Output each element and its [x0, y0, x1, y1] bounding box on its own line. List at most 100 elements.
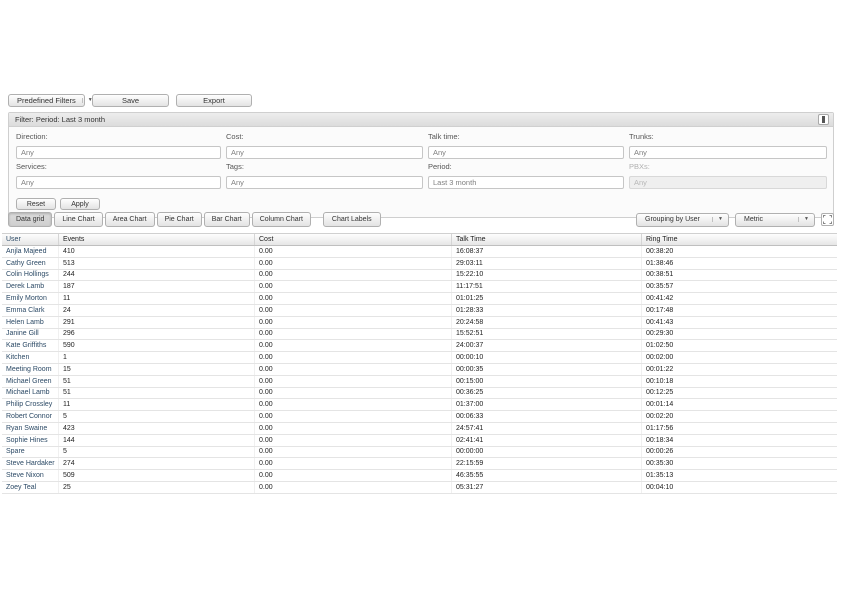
cell-events: 15	[59, 364, 255, 375]
cell-cost: 0.00	[255, 470, 452, 481]
table-row[interactable]: Meeting Room 15 0.00 00:00:35 00:01:22	[2, 364, 837, 376]
filter-field-input[interactable]	[16, 176, 221, 189]
cell-events: 11	[59, 293, 255, 304]
filter-field: Cost:	[226, 132, 423, 160]
cell-user: Anjla Majeed	[2, 246, 59, 257]
cell-events: 410	[59, 246, 255, 257]
filter-field-input[interactable]	[629, 146, 827, 159]
view-tab[interactable]: Line Chart	[54, 212, 102, 227]
cell-events: 24	[59, 305, 255, 316]
table-row[interactable]: Kate Griffiths 590 0.00 24:00:37 01:02:5…	[2, 340, 837, 352]
filter-panel-header[interactable]: Filter: Period: Last 3 month	[9, 113, 833, 127]
view-tab[interactable]: Area Chart	[105, 212, 155, 227]
table-row[interactable]: Steve Nixon 509 0.00 46:35:55 01:35:13	[2, 470, 837, 482]
filter-field-input[interactable]	[226, 146, 423, 159]
cell-cost: 0.00	[255, 447, 452, 458]
view-tab[interactable]: Pie Chart	[157, 212, 202, 227]
cell-user: Steve Nixon	[2, 470, 59, 481]
metric-dropdown[interactable]: Metric ▼	[735, 213, 815, 227]
cell-user: Zoey Teal	[2, 482, 59, 493]
table-row[interactable]: Janine Gill 296 0.00 15:52:51 00:29:30	[2, 329, 837, 341]
cell-cost: 0.00	[255, 388, 452, 399]
cell-talk-time: 46:35:55	[452, 470, 642, 481]
cell-ring-time: 01:02:50	[642, 340, 837, 351]
table-row[interactable]: Sophie Hines 144 0.00 02:41:41 00:18:34	[2, 435, 837, 447]
column-header-ring-time[interactable]: Ring Time	[642, 234, 837, 245]
cell-talk-time: 20:24:58	[452, 317, 642, 328]
filter-field: Direction:	[16, 132, 221, 160]
table-row[interactable]: Kitchen 1 0.00 00:00:10 00:02:00	[2, 352, 837, 364]
cell-cost: 0.00	[255, 352, 452, 363]
predefined-filters-dropdown[interactable]: Predefined Filters ▼	[8, 94, 85, 107]
cell-ring-time: 00:41:43	[642, 317, 837, 328]
cell-talk-time: 29:03:11	[452, 258, 642, 269]
table-row[interactable]: Emily Morton 11 0.00 01:01:25 00:41:42	[2, 293, 837, 305]
table-row[interactable]: Helen Lamb 291 0.00 20:24:58 00:41:43	[2, 317, 837, 329]
cell-events: 187	[59, 281, 255, 292]
table-row[interactable]: Derek Lamb 187 0.00 11:17:51 00:35:57	[2, 281, 837, 293]
cell-events: 144	[59, 435, 255, 446]
cell-talk-time: 00:36:25	[452, 388, 642, 399]
table-row[interactable]: Spare 5 0.00 00:00:00 00:00:26	[2, 447, 837, 459]
cell-cost: 0.00	[255, 399, 452, 410]
filter-field-input[interactable]	[629, 176, 827, 189]
table-row[interactable]: Philip Crossley 11 0.00 01:37:00 00:01:1…	[2, 399, 837, 411]
cell-talk-time: 00:06:33	[452, 411, 642, 422]
save-button[interactable]: Save	[92, 94, 169, 107]
filter-field-input[interactable]	[226, 176, 423, 189]
cell-ring-time: 00:01:14	[642, 399, 837, 410]
fullscreen-icon[interactable]	[821, 213, 834, 226]
collapse-panel-icon[interactable]	[818, 114, 829, 125]
view-tab[interactable]: Data grid	[8, 212, 52, 227]
table-row[interactable]: Colin Hollings 244 0.00 15:22:10 00:38:5…	[2, 270, 837, 282]
filter-field-label: Period:	[428, 162, 624, 172]
table-row[interactable]: Steve Hardaker 274 0.00 22:15:59 00:35:3…	[2, 458, 837, 470]
cell-ring-time: 00:01:22	[642, 364, 837, 375]
table-row[interactable]: Cathy Green 513 0.00 29:03:11 01:38:46	[2, 258, 837, 270]
cell-user: Janine Gill	[2, 329, 59, 340]
collapse-bar-glyph	[822, 116, 825, 123]
cell-events: 590	[59, 340, 255, 351]
cell-cost: 0.00	[255, 281, 452, 292]
reset-button[interactable]: Reset	[16, 198, 56, 210]
view-bar: Data grid Line Chart Area Chart Pie Char…	[8, 212, 834, 227]
table-row[interactable]: Zoey Teal 25 0.00 05:31:27 00:04:10	[2, 482, 837, 494]
cell-ring-time: 00:12:25	[642, 388, 837, 399]
cell-cost: 0.00	[255, 482, 452, 493]
cell-talk-time: 00:00:10	[452, 352, 642, 363]
column-header-talk-time[interactable]: Talk Time	[452, 234, 642, 245]
filter-field-input[interactable]	[16, 146, 221, 159]
cell-events: 423	[59, 423, 255, 434]
table-row[interactable]: Emma Clark 24 0.00 01:28:33 00:17:48	[2, 305, 837, 317]
filter-field-input[interactable]	[428, 176, 624, 189]
filter-field-label: Talk time:	[428, 132, 624, 142]
export-button[interactable]: Export	[176, 94, 252, 107]
table-row[interactable]: Ryan Swaine 423 0.00 24:57:41 01:17:56	[2, 423, 837, 435]
apply-button[interactable]: Apply	[60, 198, 100, 210]
view-tab[interactable]: Column Chart	[252, 212, 311, 227]
column-header-events[interactable]: Events	[59, 234, 255, 245]
cell-events: 51	[59, 388, 255, 399]
report-page: Predefined Filters ▼ Save Export Filter:…	[0, 0, 842, 595]
filter-field-input[interactable]	[428, 146, 624, 159]
cell-talk-time: 24:00:37	[452, 340, 642, 351]
chevron-down-icon: ▼	[712, 217, 723, 222]
cell-ring-time: 00:38:51	[642, 270, 837, 281]
chart-labels-button[interactable]: Chart Labels	[323, 212, 381, 227]
filter-field-label: Direction:	[16, 132, 221, 142]
cell-talk-time: 16:08:37	[452, 246, 642, 257]
cell-talk-time: 02:41:41	[452, 435, 642, 446]
column-header-cost[interactable]: Cost	[255, 234, 452, 245]
column-header-user[interactable]: User	[2, 234, 59, 245]
table-row[interactable]: Michael Green 51 0.00 00:15:00 00:10:18	[2, 376, 837, 388]
table-row[interactable]: Michael Lamb 51 0.00 00:36:25 00:12:25	[2, 388, 837, 400]
grouping-dropdown[interactable]: Grouping by User ▼	[636, 213, 729, 227]
table-row[interactable]: Anjla Majeed 410 0.00 16:08:37 00:38:20	[2, 246, 837, 258]
cell-ring-time: 00:02:00	[642, 352, 837, 363]
filter-field: PBXs:	[629, 162, 827, 190]
view-tab[interactable]: Bar Chart	[204, 212, 250, 227]
cell-ring-time: 00:17:48	[642, 305, 837, 316]
cell-events: 25	[59, 482, 255, 493]
cell-talk-time: 00:00:35	[452, 364, 642, 375]
table-row[interactable]: Robert Connor 5 0.00 00:06:33 00:02:20	[2, 411, 837, 423]
